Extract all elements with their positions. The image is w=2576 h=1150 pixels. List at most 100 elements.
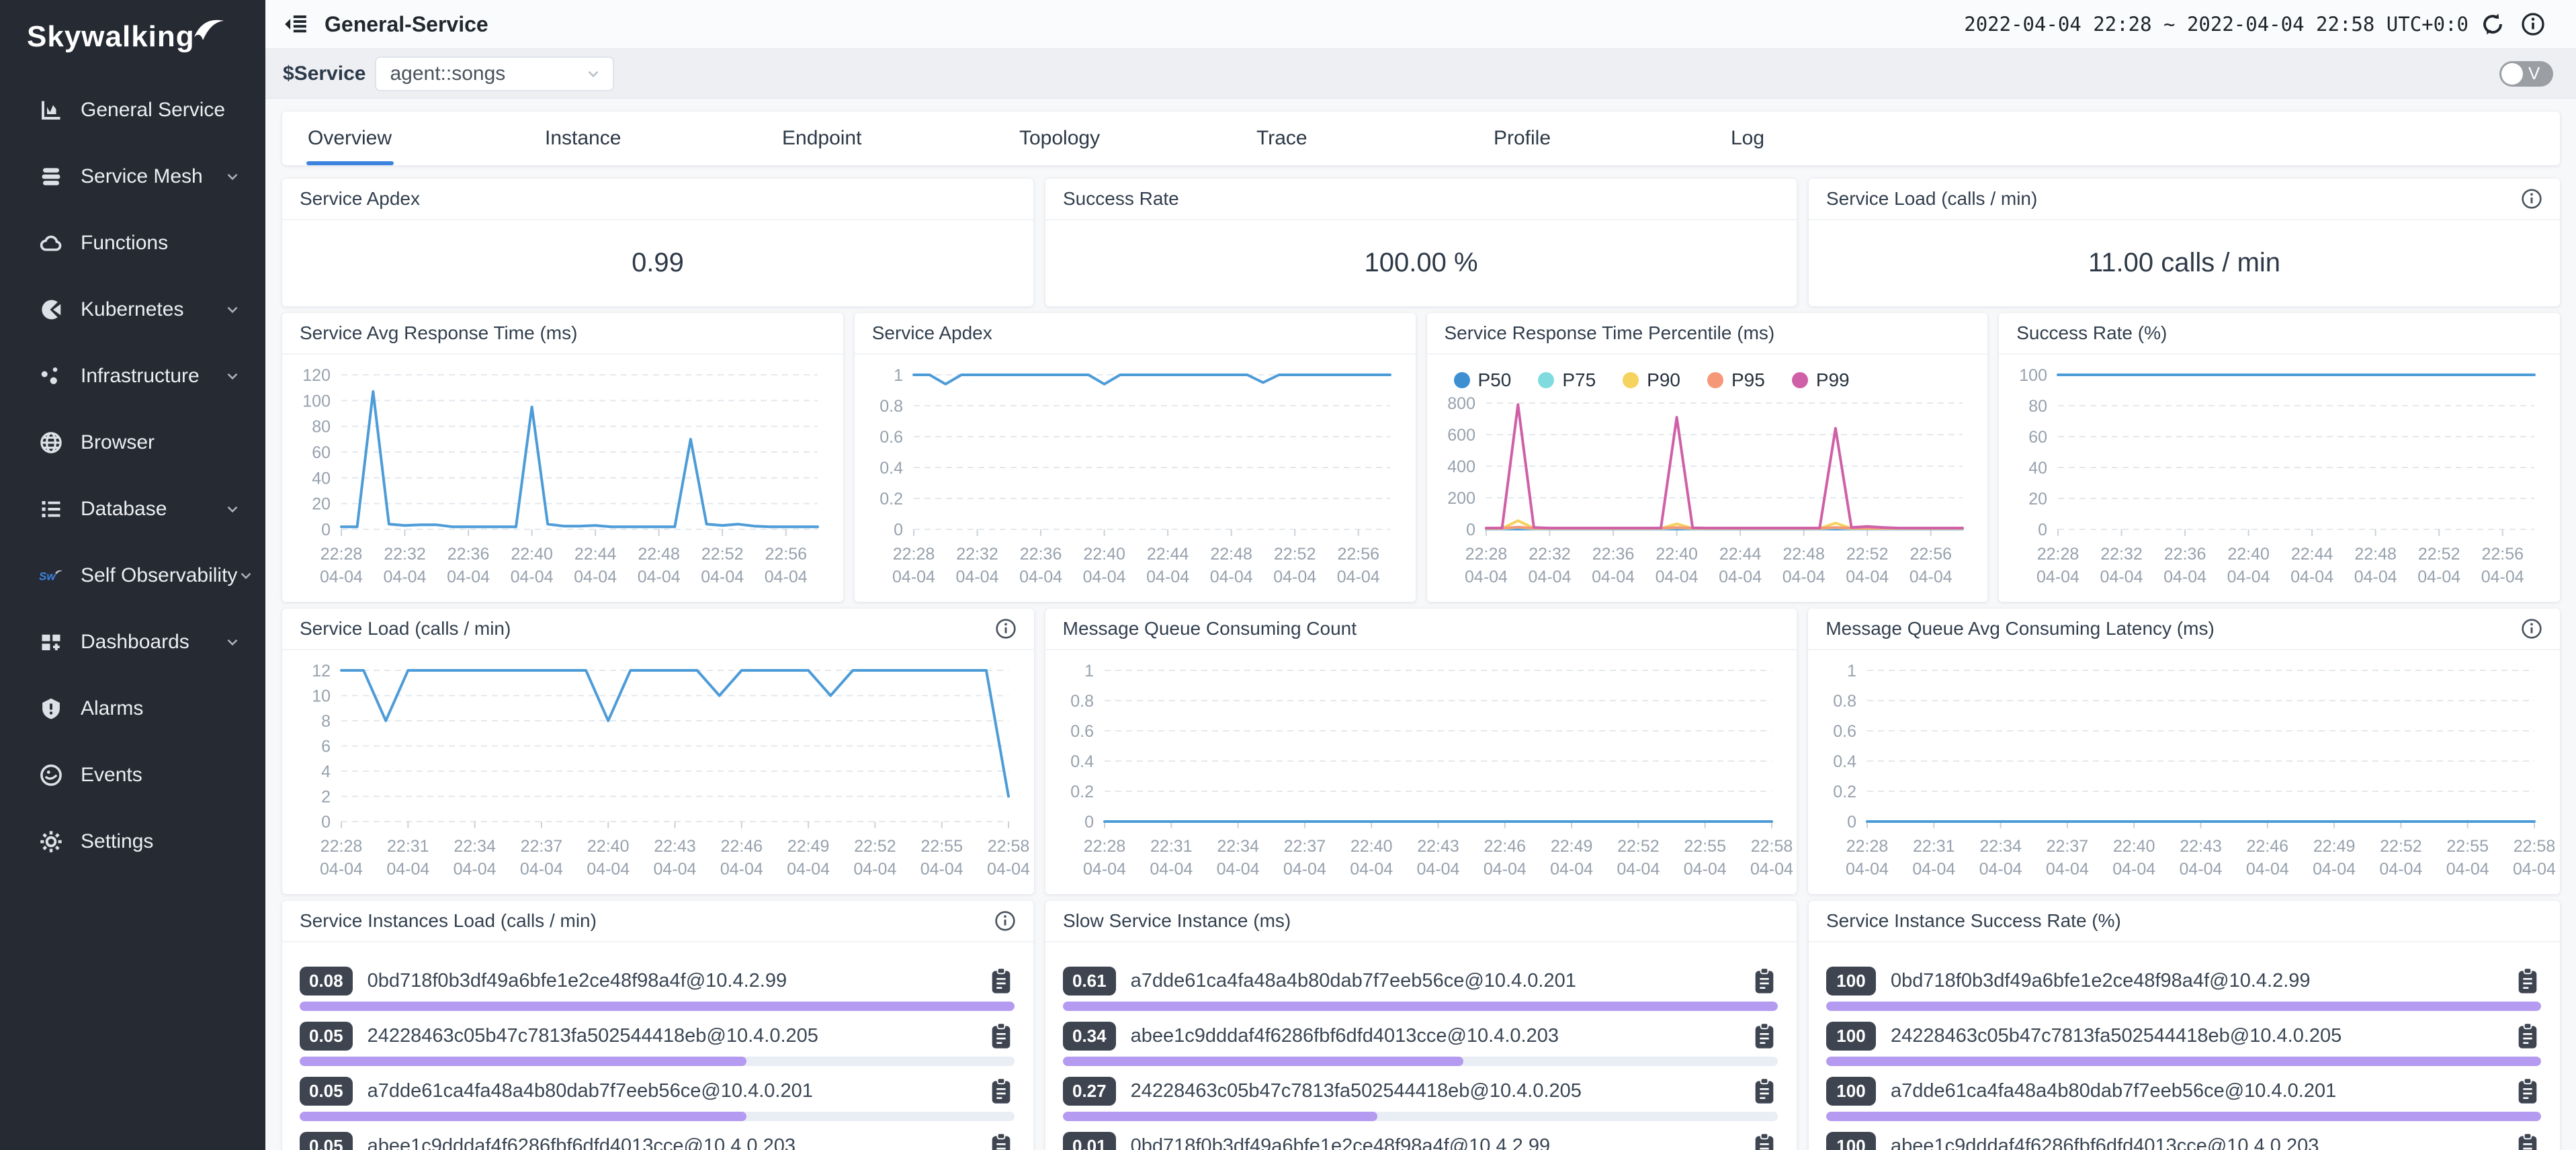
sidebar-item-settings[interactable]: Settings — [0, 808, 265, 875]
instance-name[interactable]: a7dde61ca4fa48a4b80dab7f7eeb56ce@10.4.0.… — [1891, 1080, 2509, 1102]
sidebar-item-kubernetes[interactable]: Kubernetes — [0, 276, 265, 343]
tab-instance[interactable]: Instance — [545, 112, 782, 165]
sidebar-item-label: Events — [81, 764, 241, 787]
svg-text:04-04: 04-04 — [2246, 860, 2289, 879]
chart-message-queue-avg-consuming-latency-ms[interactable]: 00.20.40.60.8122:2804-0422:3104-0422:340… — [1808, 650, 2560, 893]
legend-item-p75[interactable]: P75 — [1538, 369, 1596, 391]
chart-service-response-time-percentile-ms[interactable]: 020040060080022:2804-0422:3204-0422:3604… — [1427, 394, 1988, 601]
tab-profile[interactable]: Profile — [1494, 112, 1731, 165]
svg-text:0: 0 — [894, 521, 903, 539]
sidebar-item-infrastructure[interactable]: Infrastructure — [0, 343, 265, 409]
sidebar-item-dashboards[interactable]: Dashboards — [0, 609, 265, 675]
info-icon[interactable] — [2521, 618, 2542, 639]
svg-text:22:40: 22:40 — [2228, 545, 2270, 564]
info-icon[interactable] — [2521, 188, 2542, 210]
instance-name[interactable]: a7dde61ca4fa48a4b80dab7f7eeb56ce@10.4.0.… — [1131, 970, 1746, 992]
instance-name[interactable]: 24228463c05b47c7813fa502544418eb@10.4.0.… — [1131, 1080, 1746, 1102]
copy-instance-button[interactable] — [990, 1077, 1015, 1105]
svg-text:04-04: 04-04 — [384, 568, 427, 586]
instance-name[interactable]: 24228463c05b47c7813fa502544418eb@10.4.0.… — [1891, 1025, 2509, 1047]
copy-instance-button[interactable] — [2517, 1022, 2541, 1050]
tab-topology[interactable]: Topology — [1019, 112, 1256, 165]
chart-success-rate[interactable]: 02040608010022:2804-0422:3204-0422:3604-… — [1999, 355, 2560, 601]
instance-name[interactable]: a7dde61ca4fa48a4b80dab7f7eeb56ce@10.4.0.… — [368, 1080, 982, 1102]
sidebar-item-functions[interactable]: Functions — [0, 210, 265, 276]
svg-text:04-04: 04-04 — [2290, 568, 2333, 586]
instance-name[interactable]: 0bd718f0b3df49a6bfe1e2ce48f98a4f@10.4.2.… — [1891, 970, 2509, 992]
instance-bar-track — [300, 1002, 1015, 1011]
svg-text:04-04: 04-04 — [2481, 568, 2524, 586]
chart-message-queue-consuming-count[interactable]: 00.20.40.60.8122:2804-0422:3104-0422:340… — [1045, 650, 1797, 893]
legend-item-p50[interactable]: P50 — [1454, 369, 1512, 391]
card-title: Service Instance Success Rate (%) — [1826, 910, 2121, 932]
instance-row: Service Instances Load (calls / min)0.08… — [282, 901, 2560, 1150]
copy-instance-button[interactable] — [1754, 967, 1778, 995]
chart-body: 02040608010022:2804-0422:3204-0422:3604-… — [1999, 355, 2560, 601]
copy-instance-button[interactable] — [990, 1022, 1015, 1050]
svg-text:22:48: 22:48 — [638, 545, 680, 564]
sidebar-item-alarms[interactable]: Alarms — [0, 675, 265, 742]
instance-name[interactable]: abee1c9dddaf4f6286fbf6dfd4013cce@10.4.0.… — [368, 1135, 982, 1150]
collapse-sidebar-button[interactable] — [283, 9, 312, 39]
metric-card-success-rate: Success Rate100.00 % — [1045, 179, 1797, 306]
app-logo[interactable]: Skywalking — [0, 0, 265, 66]
instance-value-badge: 0.05 — [300, 1077, 353, 1106]
instance-row-item: 1000bd718f0b3df49a6bfe1e2ce48f98a4f@10.4… — [1826, 965, 2541, 1011]
service-bar: $Service agent::songs V — [265, 49, 2576, 99]
instance-name[interactable]: 24228463c05b47c7813fa502544418eb@10.4.0.… — [368, 1025, 982, 1047]
sidebar-item-self-observability[interactable]: SwSelf Observability — [0, 542, 265, 609]
refresh-button[interactable] — [2481, 10, 2509, 38]
copy-instance-button[interactable] — [1754, 1077, 1778, 1105]
copy-instance-button[interactable] — [2517, 967, 2541, 995]
copy-instance-button[interactable] — [2517, 1132, 2541, 1150]
copy-instance-button[interactable] — [990, 967, 1015, 995]
svg-text:22:49: 22:49 — [787, 837, 830, 856]
legend-item-p90[interactable]: P90 — [1623, 369, 1680, 391]
info-icon[interactable] — [995, 618, 1017, 639]
svg-text:12: 12 — [312, 662, 331, 680]
legend-item-p99[interactable]: P99 — [1792, 369, 1850, 391]
info-button[interactable] — [2521, 10, 2549, 38]
legend-item-p95[interactable]: P95 — [1707, 369, 1765, 391]
tab-endpoint[interactable]: Endpoint — [782, 112, 1019, 165]
sidebar-item-database[interactable]: Database — [0, 476, 265, 542]
sidebar-item-label: Database — [81, 498, 224, 521]
instance-value-badge: 0.05 — [300, 1022, 353, 1051]
instance-name[interactable]: 0bd718f0b3df49a6bfe1e2ce48f98a4f@10.4.2.… — [1131, 1135, 1746, 1150]
sidebar-item-general-service[interactable]: General Service — [0, 77, 265, 143]
metric-value: 0.99 — [282, 220, 1033, 305]
svg-text:22:36: 22:36 — [1020, 545, 1062, 564]
info-icon[interactable] — [994, 910, 1016, 932]
svg-text:22:44: 22:44 — [1719, 545, 1761, 564]
svg-text:04-04: 04-04 — [520, 860, 563, 879]
tab-overview[interactable]: Overview — [308, 112, 545, 165]
card-header: Service Load (calls / min) — [282, 609, 1034, 650]
copy-instance-button[interactable] — [2517, 1077, 2541, 1105]
instance-row-item: 0.05 24228463c05b47c7813fa502544418eb@10.… — [300, 1020, 1015, 1066]
sidebar-item-browser[interactable]: Browser — [0, 409, 265, 476]
instance-bar — [300, 1057, 746, 1066]
tab-log[interactable]: Log — [1731, 112, 1968, 165]
sidebar-item-events[interactable]: Events — [0, 742, 265, 808]
tab-trace[interactable]: Trace — [1256, 112, 1494, 165]
service-select[interactable]: agent::songs — [375, 56, 614, 91]
svg-text:04-04: 04-04 — [2513, 860, 2556, 879]
instance-name[interactable]: 0bd718f0b3df49a6bfe1e2ce48f98a4f@10.4.2.… — [368, 970, 982, 992]
copy-instance-button[interactable] — [990, 1132, 1015, 1150]
chart-service-load-calls-min[interactable]: 02468101222:2804-0422:3104-0422:3404-042… — [282, 650, 1034, 893]
copy-instance-button[interactable] — [1754, 1132, 1778, 1150]
chart-service-apdex[interactable]: 00.20.40.60.8122:2804-0422:3204-0422:360… — [855, 355, 1416, 601]
time-range[interactable]: 2022-04-04 22:28 ~ 2022-04-04 22:58 UTC+… — [1964, 13, 2468, 36]
sidebar-item-service-mesh[interactable]: Service Mesh — [0, 143, 265, 210]
page-title: General-Service — [325, 12, 488, 37]
svg-text:Sw: Sw — [39, 570, 56, 582]
svg-text:0.4: 0.4 — [879, 459, 903, 478]
instance-name[interactable]: abee1c9dddaf4f6286fbf6dfd4013cce@10.4.0.… — [1891, 1135, 2509, 1150]
svg-text:04-04: 04-04 — [654, 860, 697, 879]
svg-text:100: 100 — [2020, 366, 2048, 385]
version-toggle[interactable]: V — [2499, 61, 2553, 87]
copy-instance-button[interactable] — [1754, 1022, 1778, 1050]
chart-service-avg-response-time-ms[interactable]: 02040608010012022:2804-0422:3204-0422:36… — [282, 355, 843, 601]
instance-name[interactable]: abee1c9dddaf4f6286fbf6dfd4013cce@10.4.0.… — [1131, 1025, 1746, 1047]
svg-text:04-04: 04-04 — [2354, 568, 2397, 586]
